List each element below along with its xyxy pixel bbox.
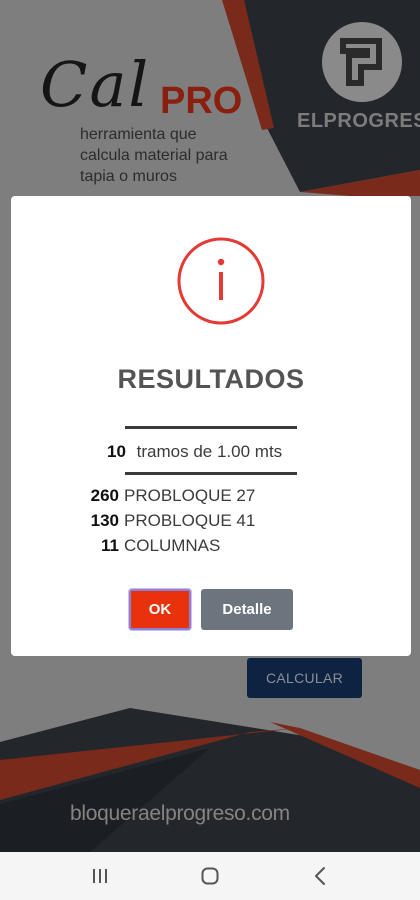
material-quantity: 11 bbox=[101, 536, 119, 555]
segments-count: 10 bbox=[107, 442, 126, 461]
material-name: COLUMNAS bbox=[124, 536, 221, 555]
app-tagline: herramienta que calcula material para ta… bbox=[80, 126, 228, 185]
divider bbox=[125, 426, 297, 429]
material-quantity: 260 bbox=[90, 486, 119, 505]
list-item: 260 PROBLOQUE 27 bbox=[73, 486, 256, 510]
brand-pro-text: PRO bbox=[160, 80, 243, 122]
home-icon[interactable] bbox=[190, 856, 230, 896]
dialog-title: RESULTADOS bbox=[117, 364, 305, 394]
list-item: 11 COLUMNAS bbox=[73, 536, 220, 560]
material-quantity: 130 bbox=[90, 511, 119, 530]
system-nav-bar bbox=[0, 852, 420, 900]
company-name: ELPROGRESO bbox=[297, 110, 420, 132]
elprogreso-logo-icon bbox=[322, 22, 402, 102]
detail-button[interactable]: Detalle bbox=[201, 589, 293, 630]
back-icon[interactable] bbox=[300, 856, 340, 896]
results-dialog: RESULTADOS 10 tramos de 1.00 mts 260 PROB… bbox=[11, 196, 411, 656]
material-name: PROBLOQUE 27 bbox=[124, 486, 256, 505]
material-name: PROBLOQUE 41 bbox=[124, 511, 256, 530]
brand-cal-text: Cal bbox=[40, 48, 151, 121]
segments-text: tramos de 1.00 mts bbox=[136, 442, 283, 461]
segments-summary: 10 tramos de 1.00 mts bbox=[107, 442, 282, 462]
list-item: 130 PROBLOQUE 41 bbox=[73, 511, 256, 535]
recents-icon[interactable] bbox=[80, 856, 120, 896]
ok-button[interactable]: OK bbox=[129, 589, 191, 630]
calculate-button[interactable]: CALCULAR bbox=[247, 658, 362, 698]
website-link: bloqueraelprogreso.com bbox=[70, 802, 290, 825]
divider bbox=[125, 472, 297, 475]
info-icon bbox=[177, 237, 265, 325]
